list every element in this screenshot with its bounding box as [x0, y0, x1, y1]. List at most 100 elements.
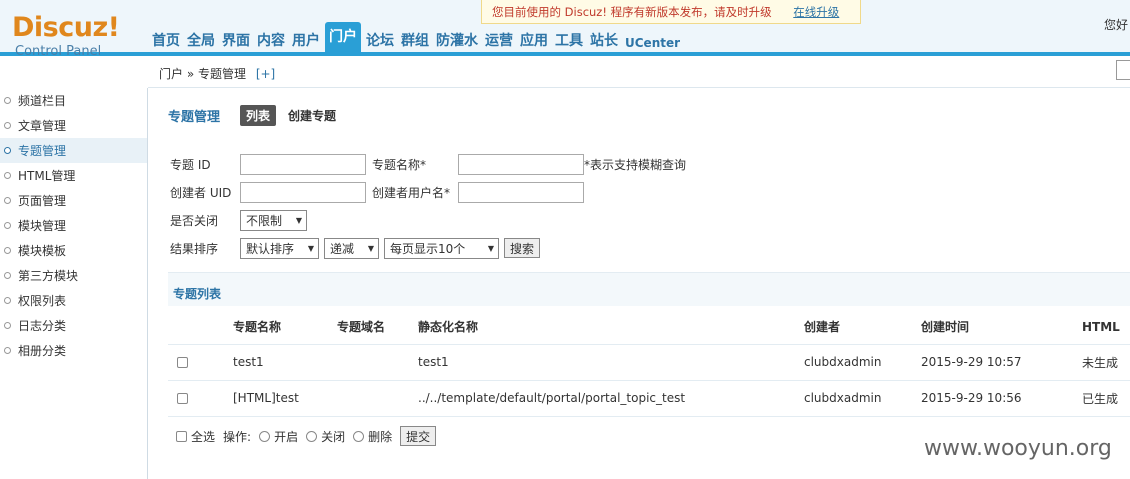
nav-item-tools[interactable]: 工具 — [553, 28, 585, 52]
sidebar-item-label: 模块模板 — [18, 244, 67, 258]
sidebar-item-articles[interactable]: 文章管理 — [0, 113, 147, 138]
sidebar-item-html[interactable]: HTML管理 — [0, 163, 147, 188]
table-row: test1 test1 clubdxadmin 2015-9-29 10:57 … — [168, 344, 1130, 381]
creator-name-label: 创建者用户名* — [372, 185, 451, 200]
upgrade-link[interactable]: 在线升级 — [793, 5, 839, 19]
op-label: 操作: — [223, 429, 252, 444]
sidebar-item-album-categories[interactable]: 相册分类 — [0, 338, 147, 363]
sidebar-item-label: 相册分类 — [18, 344, 67, 358]
col-creator: 创建者 — [804, 310, 921, 345]
col-static-name: 静态化名称 — [418, 310, 804, 345]
bullet-icon — [4, 97, 11, 104]
creator-link[interactable]: clubdxadmin — [804, 380, 921, 417]
chevron-down-icon: ▼ — [307, 243, 314, 253]
sidebar: 频道栏目 文章管理 专题管理 HTML管理 页面管理 模块管理 模块模板 第三方… — [0, 88, 148, 479]
bullet-icon — [4, 297, 11, 304]
nav-item-groups[interactable]: 群组 — [399, 28, 431, 52]
chevron-down-icon: ▼ — [367, 243, 374, 253]
main-content: 专题管理 列表 创建专题 专题 ID 专题名称* *表示支持模糊查询 创建者 U… — [168, 100, 1130, 446]
creator-link[interactable]: clubdxadmin — [804, 344, 921, 381]
greeting: 您好 — [1104, 18, 1129, 32]
perpage-select[interactable]: 每页显示10个 ▼ — [384, 237, 499, 259]
sidebar-item-topics[interactable]: 专题管理 — [0, 138, 147, 163]
sidebar-item-permissions[interactable]: 权限列表 — [0, 288, 147, 313]
row-checkbox[interactable] — [177, 393, 188, 404]
nav-item-apps[interactable]: 应用 — [518, 28, 550, 52]
topic-name-input[interactable] — [458, 153, 584, 175]
static-name: ../../template/default/portal/portal_top… — [418, 380, 804, 417]
breadcrumb-bar: 门户 » 专题管理 [+] — [148, 56, 1130, 88]
submit-button[interactable]: 提交 — [400, 426, 437, 446]
nav-item-admin[interactable]: 站长 — [588, 28, 620, 52]
search-form: 专题 ID 专题名称* *表示支持模糊查询 创建者 UID 创建者用户名* 是否… — [170, 150, 686, 262]
tab-create-topic[interactable]: 创建专题 — [282, 105, 342, 126]
open-label: 开启 — [274, 429, 299, 444]
bullet-icon — [4, 247, 11, 254]
nav-item-forum[interactable]: 论坛 — [364, 28, 396, 52]
closed-select[interactable]: 不限制 ▼ — [240, 209, 307, 231]
add-shortcut-button[interactable]: [+] — [256, 67, 275, 81]
select-all-label: 全选 — [191, 429, 216, 444]
logo-main: Discuz! — [12, 12, 120, 43]
header: Discuz! Control Panel 首页 全局 界面 内容 用户 门户 … — [0, 0, 1130, 59]
table-row: [HTML]test ../../template/default/portal… — [168, 380, 1130, 417]
sidebar-item-third-party[interactable]: 第三方模块 — [0, 263, 147, 288]
nav-item-interface[interactable]: 界面 — [220, 28, 252, 52]
bullet-icon — [4, 122, 11, 129]
topic-name-link[interactable]: [HTML]test — [233, 380, 337, 417]
search-button[interactable]: 搜索 — [504, 238, 541, 258]
static-name: test1 — [418, 344, 804, 381]
bullet-icon — [4, 272, 11, 279]
sort-select[interactable]: 默认排序 ▼ — [240, 237, 319, 259]
closed-label: 是否关闭 — [170, 213, 219, 228]
breadcrumb: 门户 » 专题管理 [+] — [159, 65, 275, 82]
nav-item-global[interactable]: 全局 — [185, 28, 217, 52]
nav-item-portal[interactable]: 门户 — [325, 22, 361, 52]
nav-item-content[interactable]: 内容 — [255, 28, 287, 52]
list-section-header: 专题列表 — [168, 272, 1130, 306]
col-checkbox — [168, 310, 233, 345]
topic-name-label: 专题名称* — [372, 157, 427, 172]
nav-item-home[interactable]: 首页 — [150, 28, 182, 52]
topic-id-input[interactable] — [240, 153, 366, 175]
sidebar-item-label: 第三方模块 — [18, 269, 79, 283]
nav-item-users[interactable]: 用户 — [290, 28, 322, 52]
title-row: 专题管理 列表 创建专题 — [168, 100, 1130, 130]
order-select[interactable]: 递减 ▼ — [324, 237, 379, 259]
sidebar-item-blog-categories[interactable]: 日志分类 — [0, 313, 147, 338]
sidebar-item-pages[interactable]: 页面管理 — [0, 188, 147, 213]
creator-uid-input[interactable] — [240, 181, 366, 203]
search-input[interactable] — [1116, 60, 1130, 80]
bullet-icon — [4, 322, 11, 329]
notice-text: 您目前使用的 Discuz! 程序有新版本发布，请及时升级 — [492, 5, 772, 19]
topic-name-link[interactable]: test1 — [233, 344, 337, 381]
col-created-time: 创建时间 — [921, 310, 1082, 345]
created-time: 2015-9-29 10:56 — [921, 380, 1082, 417]
close-radio[interactable] — [306, 430, 318, 442]
sort-label: 结果排序 — [170, 241, 219, 256]
sidebar-item-channels[interactable]: 频道栏目 — [0, 88, 147, 113]
open-radio[interactable] — [259, 430, 271, 442]
html-status[interactable]: 已生成 — [1082, 380, 1130, 417]
topic-domain — [337, 344, 418, 381]
nav-item-ucenter[interactable]: UCenter — [623, 34, 682, 52]
select-all-checkbox[interactable] — [176, 430, 187, 442]
order-select-value: 递减 — [330, 241, 355, 256]
sidebar-item-label: 频道栏目 — [18, 94, 67, 108]
delete-radio[interactable] — [353, 430, 365, 442]
sidebar-item-label: 页面管理 — [18, 194, 67, 208]
col-domain: 专题域名 — [337, 310, 418, 345]
row-checkbox-cell — [168, 380, 233, 417]
sidebar-item-block-templates[interactable]: 模块模板 — [0, 238, 147, 263]
creator-name-input[interactable] — [458, 181, 584, 203]
tab-list[interactable]: 列表 — [240, 104, 277, 126]
bullet-icon — [4, 222, 11, 229]
bullet-icon — [4, 147, 11, 154]
sidebar-item-blocks[interactable]: 模块管理 — [0, 213, 147, 238]
nav-item-antispam[interactable]: 防灌水 — [434, 28, 480, 52]
html-status[interactable]: 未生成 — [1082, 344, 1130, 381]
row-checkbox[interactable] — [177, 357, 188, 368]
sidebar-item-label: 专题管理 — [18, 144, 67, 158]
nav-item-operations[interactable]: 运营 — [483, 28, 515, 52]
delete-label: 删除 — [368, 429, 393, 444]
